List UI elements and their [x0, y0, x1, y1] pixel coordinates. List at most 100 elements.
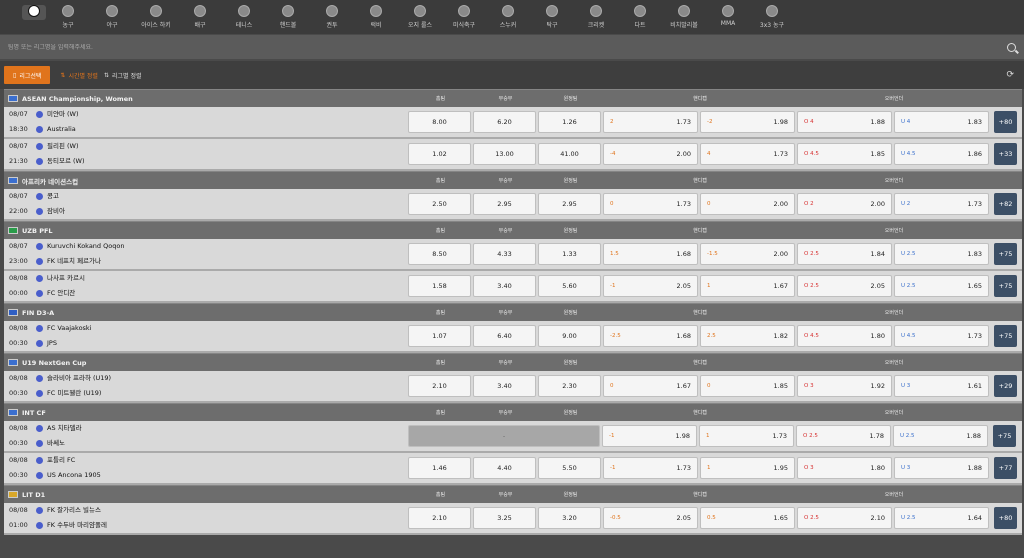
sport-tab[interactable]: 스누커	[486, 5, 530, 29]
handicap-away-button[interactable]: -2 1.98	[700, 111, 795, 133]
home-odds-button[interactable]: 1.58	[408, 275, 471, 297]
more-markets-button[interactable]: +82	[994, 193, 1017, 215]
handicap-home-button[interactable]: 0 1.67	[603, 375, 698, 397]
league-name[interactable]: U19 NextGen Cup	[4, 359, 408, 367]
under-button[interactable]: U 4 1.83	[894, 111, 989, 133]
handicap-home-button[interactable]: -4 2.00	[603, 143, 698, 165]
home-odds-button[interactable]: 2.10	[408, 507, 471, 529]
draw-odds-button[interactable]: 3.25	[473, 507, 536, 529]
search-icon[interactable]	[1007, 42, 1016, 52]
draw-odds-button[interactable]: 3.40	[473, 275, 536, 297]
sport-tab[interactable]: 크리켓	[574, 5, 618, 29]
league-name[interactable]: INT CF	[4, 409, 408, 417]
draw-odds-button[interactable]: 2.95	[473, 193, 536, 215]
away-odds-button[interactable]: 1.26	[538, 111, 601, 133]
sort-by-league-button[interactable]: ⇅ 리그별 정렬	[104, 71, 142, 80]
handicap-home-button[interactable]: -2.5 1.68	[603, 325, 698, 347]
home-odds-button[interactable]: 8.00	[408, 111, 471, 133]
sport-tab[interactable]: 럭비	[354, 5, 398, 29]
draw-odds-button[interactable]: 4.40	[473, 457, 536, 479]
handicap-away-button[interactable]: 1 1.67	[700, 275, 795, 297]
over-button[interactable]: O 2.5 1.84	[797, 243, 892, 265]
sport-tab[interactable]	[22, 5, 46, 20]
over-button[interactable]: O 4 1.88	[797, 111, 892, 133]
under-button[interactable]: U 2.5 1.88	[893, 425, 988, 447]
sport-tab[interactable]: 아이스 하키	[134, 5, 178, 29]
handicap-home-button[interactable]: 0 1.73	[603, 193, 698, 215]
over-button[interactable]: O 2 2.00	[797, 193, 892, 215]
handicap-home-button[interactable]: -1 1.73	[603, 457, 698, 479]
away-odds-button[interactable]: 1.33	[538, 243, 601, 265]
more-markets-button[interactable]: +80	[994, 111, 1017, 133]
sport-tab[interactable]: 3x3 농구	[750, 5, 794, 29]
away-odds-button[interactable]: 9.00	[538, 325, 601, 347]
over-button[interactable]: O 4.5 1.80	[797, 325, 892, 347]
more-markets-button[interactable]: +29	[994, 375, 1017, 397]
handicap-away-button[interactable]: 0.5 1.65	[700, 507, 795, 529]
handicap-away-button[interactable]: -1.5 2.00	[700, 243, 795, 265]
under-button[interactable]: U 4.5 1.86	[894, 143, 989, 165]
over-button[interactable]: O 2.5 2.10	[797, 507, 892, 529]
draw-odds-button[interactable]: 4.33	[473, 243, 536, 265]
away-odds-button[interactable]: 41.00	[538, 143, 601, 165]
sort-by-time-button[interactable]: ⇅ 시간별 정렬	[60, 71, 98, 80]
sport-tab[interactable]: 테니스	[222, 5, 266, 29]
draw-odds-button[interactable]: 6.40	[473, 325, 536, 347]
sport-tab[interactable]: 미식축구	[442, 5, 486, 29]
under-button[interactable]: U 3 1.88	[894, 457, 989, 479]
sport-tab[interactable]: 농구	[46, 5, 90, 29]
over-button[interactable]: O 3 1.80	[797, 457, 892, 479]
under-button[interactable]: U 3 1.61	[894, 375, 989, 397]
over-button[interactable]: O 3 1.92	[797, 375, 892, 397]
sport-tab[interactable]: 오지 룰스	[398, 5, 442, 29]
refresh-icon[interactable]: ⟳	[1006, 70, 1014, 80]
search-input[interactable]	[8, 43, 1007, 51]
home-odds-button[interactable]: 8.50	[408, 243, 471, 265]
under-button[interactable]: U 2.5 1.83	[894, 243, 989, 265]
more-markets-button[interactable]: +75	[994, 243, 1017, 265]
handicap-home-button[interactable]: 2 1.73	[603, 111, 698, 133]
handicap-away-button[interactable]: 2.5 1.82	[700, 325, 795, 347]
more-markets-button[interactable]: +75	[994, 275, 1017, 297]
away-odds-button[interactable]: 3.20	[538, 507, 601, 529]
away-odds-button[interactable]: 5.60	[538, 275, 601, 297]
home-odds-button[interactable]: 1.07	[408, 325, 471, 347]
under-button[interactable]: U 2 1.73	[894, 193, 989, 215]
sport-tab[interactable]: 핸드볼	[266, 5, 310, 29]
home-odds-button[interactable]: 2.50	[408, 193, 471, 215]
handicap-home-button[interactable]: -0.5 2.05	[603, 507, 698, 529]
away-odds-button[interactable]: 5.50	[538, 457, 601, 479]
league-name[interactable]: UZB PFL	[4, 227, 408, 235]
draw-odds-button[interactable]: 3.40	[473, 375, 536, 397]
sport-tab[interactable]: 야구	[90, 5, 134, 29]
sport-tab[interactable]: MMA	[706, 5, 750, 27]
over-button[interactable]: O 2.5 1.78	[796, 425, 891, 447]
sport-tab[interactable]: 권투	[310, 5, 354, 29]
sport-tab[interactable]: 다트	[618, 5, 662, 29]
handicap-home-button[interactable]: -1 1.98	[602, 425, 697, 447]
draw-odds-button[interactable]: 6.20	[473, 111, 536, 133]
home-odds-button[interactable]: 1.46	[408, 457, 471, 479]
under-button[interactable]: U 2.5 1.64	[894, 507, 989, 529]
sport-tab[interactable]: 탁구	[530, 5, 574, 29]
home-odds-button[interactable]: 1.02	[408, 143, 471, 165]
handicap-away-button[interactable]: 4 1.73	[700, 143, 795, 165]
sport-tab[interactable]: 비치발리볼	[662, 5, 706, 29]
more-markets-button[interactable]: +77	[994, 457, 1017, 479]
draw-odds-button[interactable]: 13.00	[473, 143, 536, 165]
sport-tab[interactable]: 배구	[178, 5, 222, 29]
away-odds-button[interactable]: 2.95	[538, 193, 601, 215]
more-markets-button[interactable]: +75	[994, 325, 1017, 347]
more-markets-button[interactable]: +75	[993, 425, 1016, 447]
handicap-home-button[interactable]: 1.5 1.68	[603, 243, 698, 265]
handicap-home-button[interactable]: -1 2.05	[603, 275, 698, 297]
under-button[interactable]: U 2.5 1.65	[894, 275, 989, 297]
league-name[interactable]: 아프리카 네이션스컵	[4, 176, 408, 186]
league-name[interactable]: LIT D1	[4, 491, 408, 499]
home-odds-button[interactable]: 2.10	[408, 375, 471, 397]
over-button[interactable]: O 4.5 1.85	[797, 143, 892, 165]
handicap-away-button[interactable]: 1 1.73	[699, 425, 794, 447]
more-markets-button[interactable]: +80	[994, 507, 1017, 529]
over-button[interactable]: O 2.5 2.05	[797, 275, 892, 297]
handicap-away-button[interactable]: 1 1.95	[700, 457, 795, 479]
